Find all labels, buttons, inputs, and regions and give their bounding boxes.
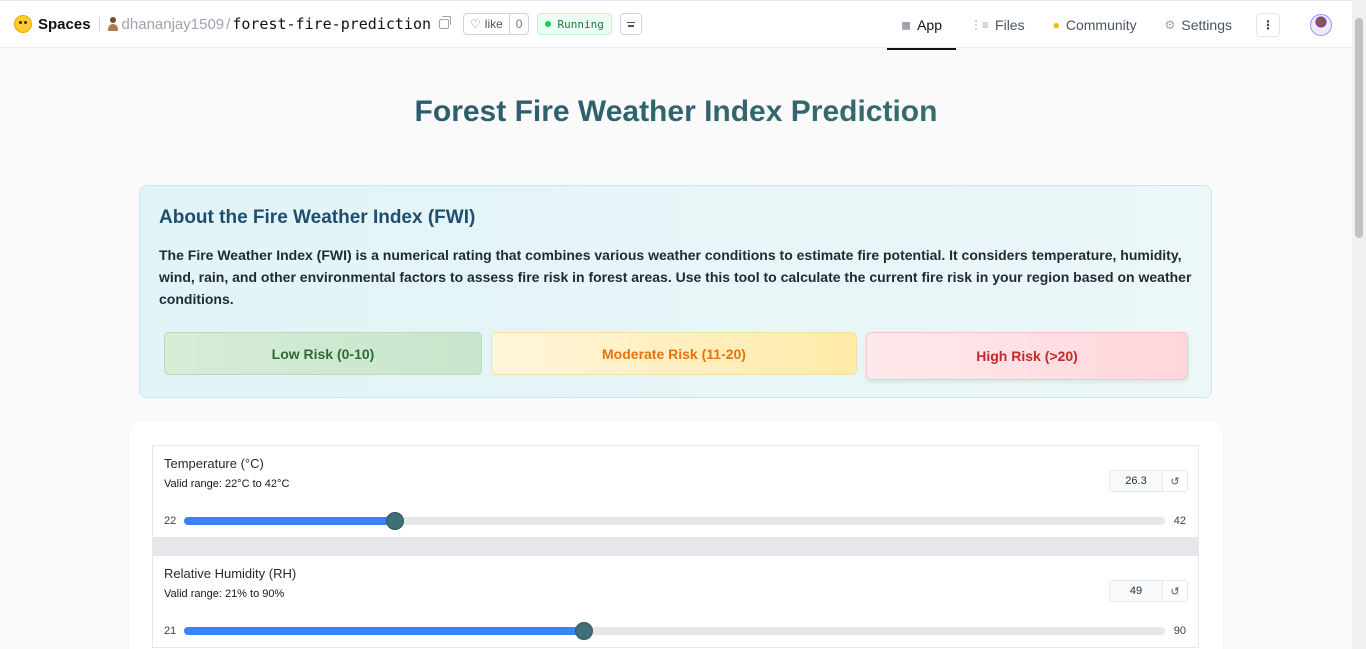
temperature-min: 22	[164, 515, 177, 527]
like-label: like	[484, 17, 503, 31]
page-scrollbar[interactable]	[1352, 0, 1366, 649]
user-avatar[interactable]	[1310, 14, 1332, 36]
temperature-slider-thumb[interactable]	[385, 512, 404, 530]
temperature-label: Temperature (°C)	[164, 456, 264, 471]
top-navigation-bar: Spaces dhananjay1509 / forest-fire-predi…	[0, 0, 1352, 50]
tab-settings[interactable]: ⚙ Settings	[1151, 1, 1246, 49]
tab-app-label: App	[917, 17, 943, 33]
status-badge[interactable]: Running	[537, 13, 612, 35]
humidity-slider-thumb[interactable]	[575, 622, 594, 640]
space-tabs: ◼ App ⋮≡ Files ● Community ⚙ Settings ⋮	[887, 1, 1352, 50]
brand-name: Spaces	[38, 15, 91, 33]
temperature-number-input[interactable]: 26.3	[1109, 470, 1163, 492]
like-count: 0	[508, 14, 529, 34]
community-icon: ●	[1052, 18, 1060, 32]
copy-icon[interactable]	[439, 16, 452, 29]
temperature-slider-fill	[184, 517, 395, 525]
more-options-button[interactable]: ⋮	[1256, 13, 1280, 37]
heart-icon: ♡	[470, 17, 481, 31]
owner-avatar-icon	[107, 17, 118, 31]
about-description: The Fire Weather Index (FWI) is a numeri…	[159, 247, 1192, 307]
gear-icon: ⚙	[1164, 18, 1176, 32]
moderate-risk-badge: Moderate Risk (11-20)	[491, 332, 857, 375]
tab-community[interactable]: ● Community	[1039, 1, 1151, 49]
logs-button[interactable]	[619, 13, 642, 35]
about-heading: About the Fire Weather Index (FWI)	[159, 207, 476, 228]
humidity-min: 21	[164, 625, 177, 637]
status-label: Running	[557, 17, 604, 31]
humidity-number-input[interactable]: 49	[1109, 580, 1163, 602]
tab-app[interactable]: ◼ App	[887, 1, 956, 50]
tab-settings-label: Settings	[1181, 17, 1232, 33]
humidity-slider-field: Relative Humidity (RH) Valid range: 21% …	[152, 555, 1199, 648]
temperature-reset-icon[interactable]: ↺	[1163, 470, 1188, 492]
humidity-slider-fill	[184, 627, 585, 635]
divider	[98, 17, 100, 31]
files-icon: ⋮≡	[970, 18, 990, 32]
owner-link[interactable]: dhananjay1509	[122, 16, 225, 33]
temperature-slider-field: Temperature (°C) Valid range: 22°C to 42…	[152, 445, 1199, 538]
temperature-max: 42	[1173, 515, 1186, 527]
temperature-hint: Valid range: 22°C to 42°C	[164, 478, 290, 490]
humidity-reset-icon[interactable]: ↺	[1163, 580, 1188, 602]
tab-community-label: Community	[1065, 17, 1137, 33]
page-title: Forest Fire Weather Index Prediction	[0, 95, 1352, 129]
repo-name-link[interactable]: forest-fire-prediction	[232, 15, 431, 33]
humidity-hint: Valid range: 21% to 90%	[164, 588, 285, 600]
humidity-slider[interactable]	[184, 622, 1165, 640]
field-separator	[152, 537, 1199, 556]
spaces-home-link[interactable]: Spaces	[14, 15, 91, 33]
tab-files[interactable]: ⋮≡ Files	[956, 1, 1039, 49]
inputs-card: Temperature (°C) Valid range: 22°C to 42…	[129, 422, 1223, 649]
like-button[interactable]: ♡ like 0	[463, 13, 530, 35]
temperature-slider[interactable]	[184, 512, 1165, 530]
status-dot-icon	[545, 21, 552, 27]
scrollbar-thumb[interactable]	[1355, 18, 1363, 238]
tab-files-label: Files	[995, 17, 1025, 33]
humidity-label: Relative Humidity (RH)	[164, 566, 297, 581]
cube-icon: ◼	[901, 18, 912, 32]
logs-icon	[626, 21, 635, 23]
hugging-face-logo-icon	[14, 15, 32, 33]
humidity-max: 90	[1173, 625, 1186, 637]
about-fwi-panel: About the Fire Weather Index (FWI) The F…	[139, 185, 1212, 398]
low-risk-badge: Low Risk (0-10)	[164, 332, 482, 375]
path-separator: /	[226, 15, 231, 33]
high-risk-badge: High Risk (>20)	[866, 332, 1188, 380]
